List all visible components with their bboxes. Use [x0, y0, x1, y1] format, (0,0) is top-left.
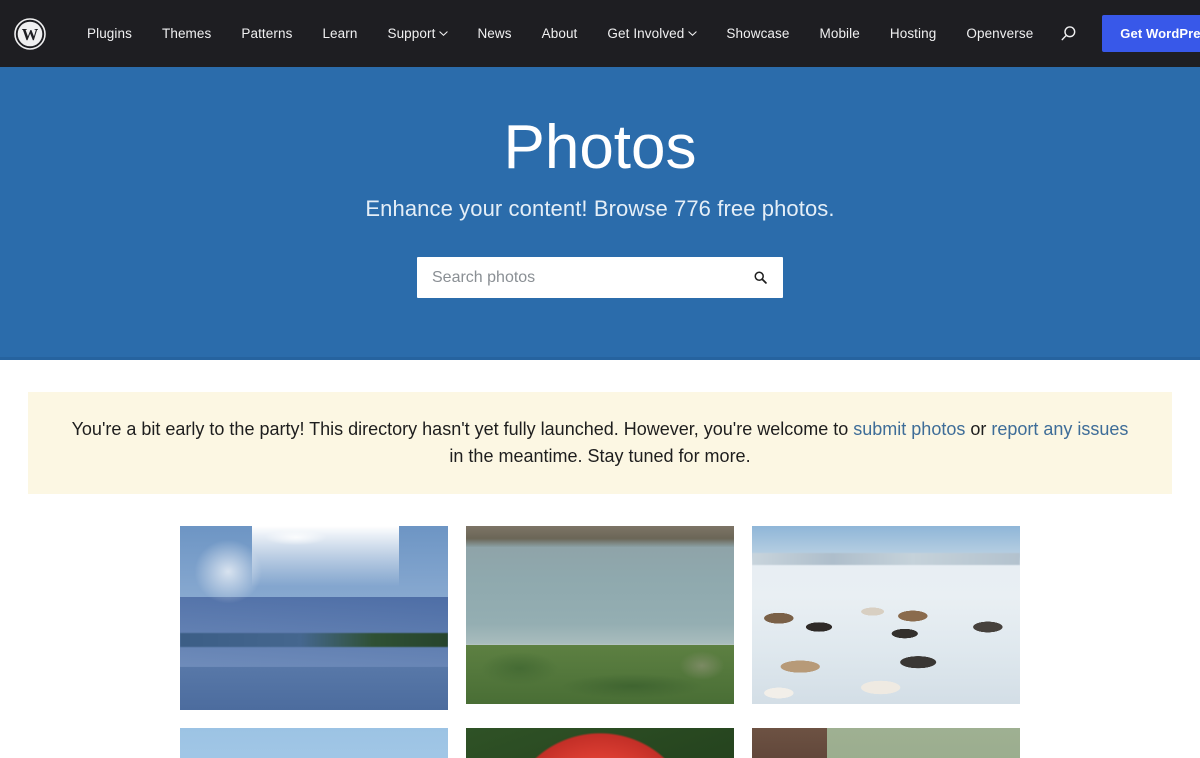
early-access-notice: You're a bit early to the party! This di… — [28, 392, 1172, 494]
photo-tile[interactable] — [180, 526, 448, 710]
nav-label: Mobile — [819, 26, 860, 41]
nav-item-plugins[interactable]: Plugins — [72, 18, 147, 49]
photo-tile[interactable] — [180, 728, 448, 758]
nav-item-showcase[interactable]: Showcase — [711, 18, 804, 49]
nav-label: Hosting — [889, 26, 937, 41]
photo-thumbnail — [752, 526, 1020, 704]
nav-label: Support — [387, 26, 436, 41]
photo-thumbnail — [180, 526, 448, 710]
nav-label: Get Involved — [607, 26, 685, 41]
wordpress-logo-icon[interactable]: W — [14, 17, 46, 50]
photo-tile[interactable] — [466, 526, 734, 704]
search-submit-button[interactable] — [738, 258, 782, 297]
nav-item-about[interactable]: About — [527, 18, 593, 49]
nav-label: Themes — [161, 26, 212, 41]
search-icon — [754, 271, 767, 284]
nav-item-learn[interactable]: Learn — [307, 18, 372, 49]
search-icon — [1061, 26, 1076, 41]
photo-tile[interactable] — [752, 526, 1020, 704]
submit-photos-link[interactable]: submit photos — [853, 419, 965, 439]
photo-thumbnail — [466, 526, 734, 704]
chevron-down-icon — [688, 29, 698, 37]
photo-thumbnail — [180, 728, 448, 758]
notice-text-before: You're a bit early to the party! This di… — [71, 419, 854, 439]
nav-label: Learn — [322, 26, 358, 41]
nav-label: Openverse — [966, 26, 1034, 41]
nav-item-patterns[interactable]: Patterns — [226, 18, 307, 49]
hero-banner: Photos Enhance your content! Browse 776 … — [0, 67, 1200, 360]
primary-nav-list: Plugins Themes Patterns Learn Support Ne… — [72, 18, 1048, 49]
nav-label: Plugins — [87, 26, 132, 41]
photo-search-form — [417, 257, 783, 299]
hero-subtitle: Enhance your content! Browse 776 free ph… — [365, 196, 835, 222]
nav-item-openverse[interactable]: Openverse — [951, 18, 1048, 49]
nav-label: Showcase — [726, 26, 790, 41]
nav-label: News — [477, 26, 512, 41]
report-issues-link[interactable]: report any issues — [991, 419, 1128, 439]
nav-search-toggle[interactable] — [1048, 14, 1088, 54]
nav-label: Patterns — [241, 26, 293, 41]
nav-item-get-involved[interactable]: Get Involved — [592, 18, 711, 49]
notice-text-middle: or — [965, 419, 992, 439]
chevron-down-icon — [439, 29, 449, 37]
photo-tile[interactable] — [752, 728, 1020, 758]
search-input[interactable] — [418, 258, 738, 298]
nav-label: About — [541, 26, 578, 41]
notice-text-after: in the meantime. Stay tuned for more. — [449, 446, 751, 466]
top-navigation-bar: W Plugins Themes Patterns Learn Support … — [0, 0, 1200, 67]
page-title: Photos — [503, 113, 697, 182]
photo-tile[interactable] — [466, 728, 734, 758]
nav-item-mobile[interactable]: Mobile — [805, 18, 875, 49]
nav-right-group: Get WordPress — [1048, 14, 1200, 54]
main-content: You're a bit early to the party! This di… — [0, 392, 1200, 758]
photo-grid — [180, 526, 1020, 758]
svg-text:W: W — [22, 25, 39, 44]
get-wordpress-button[interactable]: Get WordPress — [1102, 15, 1200, 52]
nav-item-hosting[interactable]: Hosting — [875, 18, 951, 49]
nav-item-themes[interactable]: Themes — [147, 18, 226, 49]
photo-thumbnail — [466, 728, 734, 758]
nav-item-support[interactable]: Support — [372, 18, 462, 49]
nav-item-news[interactable]: News — [462, 18, 526, 49]
photo-thumbnail — [752, 728, 1020, 758]
